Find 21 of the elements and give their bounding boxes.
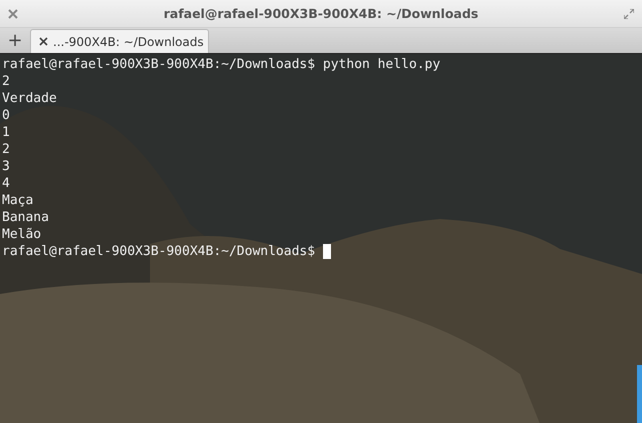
terminal-output-line: 3 xyxy=(2,158,11,175)
terminal-output-line: 1 xyxy=(2,124,11,141)
window-title: rafael@rafael-900X3B-900X4B: ~/Downloads xyxy=(162,6,480,21)
close-icon[interactable] xyxy=(8,8,18,18)
terminal-output-line: Verdade xyxy=(2,90,58,107)
close-tab-icon[interactable] xyxy=(39,37,48,46)
scrollbar-thumb[interactable] xyxy=(637,365,642,423)
maximize-icon[interactable] xyxy=(624,8,634,18)
terminal-output-line: Banana xyxy=(2,209,50,226)
text-cursor xyxy=(323,244,332,259)
terminal-output-line: 2 xyxy=(2,141,11,158)
terminal-output-line: Maça xyxy=(2,192,34,209)
terminal-output-line: Melão xyxy=(2,226,42,243)
tab-label: ...-900X4B: ~/Downloads xyxy=(53,34,204,48)
new-tab-button[interactable]: + xyxy=(0,28,30,53)
terminal-tab[interactable]: ...-900X4B: ~/Downloads xyxy=(30,29,209,53)
terminal-output-line: 0 xyxy=(2,107,11,124)
terminal-output-line: 2 xyxy=(2,73,11,90)
terminal-output-line: 4 xyxy=(2,175,11,192)
terminal-output-line: rafael@rafael-900X3B-900X4B:~/Downloads$ python hello.py xyxy=(2,56,442,73)
shell-prompt: rafael@rafael-900X3B-900X4B:~/Downloads$ xyxy=(2,243,316,260)
